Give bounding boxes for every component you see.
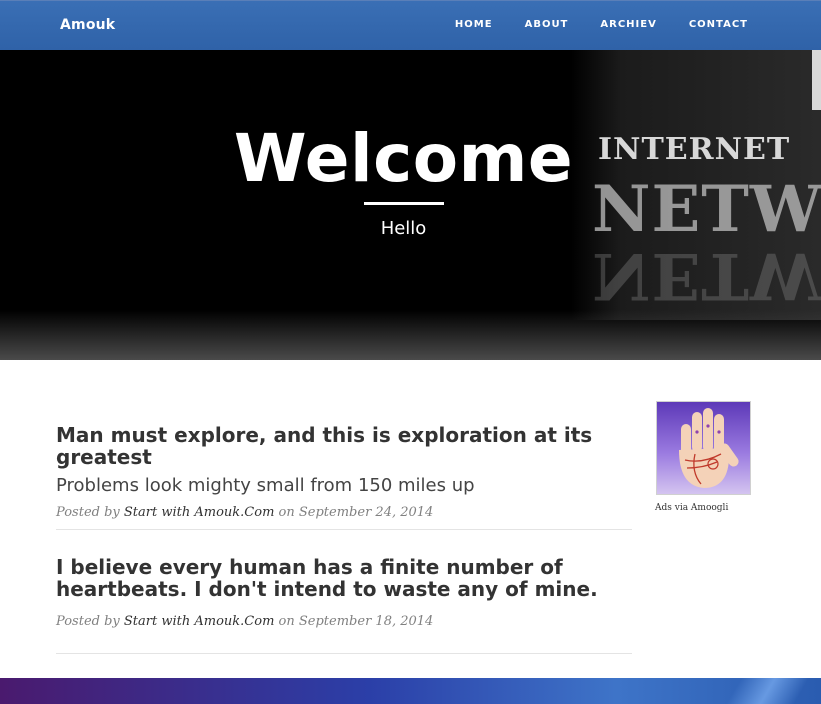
- hero-divider: [364, 202, 444, 205]
- footer-banner: [0, 678, 821, 704]
- post-date: September 24, 2014: [298, 505, 434, 520]
- post-meta: Posted by Start with Amouk.Com on Septem…: [56, 505, 632, 520]
- navbar: Amouk HOME ABOUT ARCHIEV CONTACT: [0, 0, 821, 50]
- post-subtitle[interactable]: Problems look mighty small from 150 mile…: [56, 475, 632, 496]
- post-meta: Posted by Start with Amouk.Com on Septem…: [56, 614, 632, 629]
- hero-title: Welcome: [233, 120, 574, 197]
- hero-art-reflection: NETW: [592, 238, 821, 313]
- post-author-link[interactable]: Start with Amouk.Com: [124, 614, 275, 629]
- post-meta-prefix: Posted by: [56, 614, 120, 629]
- post-preview[interactable]: I believe every human has a finite numbe…: [56, 556, 632, 629]
- nav-links: HOME ABOUT ARCHIEV CONTACT: [455, 19, 748, 30]
- footer-banner-sheen: [701, 678, 821, 704]
- hero-art-bar: [812, 50, 821, 110]
- brand-link[interactable]: Amouk: [60, 17, 115, 33]
- palm-reading-hand-icon: [679, 408, 739, 488]
- post-preview[interactable]: Man must explore, and this is exploratio…: [56, 424, 632, 520]
- post-divider: [56, 529, 632, 530]
- ad-caption[interactable]: Ads via Amoogli: [655, 503, 728, 513]
- hero-header: INTERNET NETW NETW Welcome Hello: [0, 50, 821, 360]
- post-meta-on: on: [278, 505, 295, 520]
- nav-link-contact[interactable]: CONTACT: [689, 19, 748, 30]
- post-title[interactable]: Man must explore, and this is exploratio…: [56, 424, 632, 468]
- post-title[interactable]: I believe every human has a finite numbe…: [56, 556, 632, 600]
- post-author-link[interactable]: Start with Amouk.Com: [124, 505, 275, 520]
- nav-link-home[interactable]: HOME: [455, 19, 493, 30]
- post-meta-on: on: [278, 614, 295, 629]
- post-meta-prefix: Posted by: [56, 505, 120, 520]
- hero-bottom-fade: [0, 310, 821, 360]
- ad-image[interactable]: [656, 401, 751, 495]
- hero-subtitle: Hello: [380, 218, 427, 239]
- nav-link-archiev[interactable]: ARCHIEV: [600, 19, 656, 30]
- post-date: September 18, 2014: [298, 614, 434, 629]
- nav-link-about[interactable]: ABOUT: [525, 19, 569, 30]
- post-divider: [56, 653, 632, 654]
